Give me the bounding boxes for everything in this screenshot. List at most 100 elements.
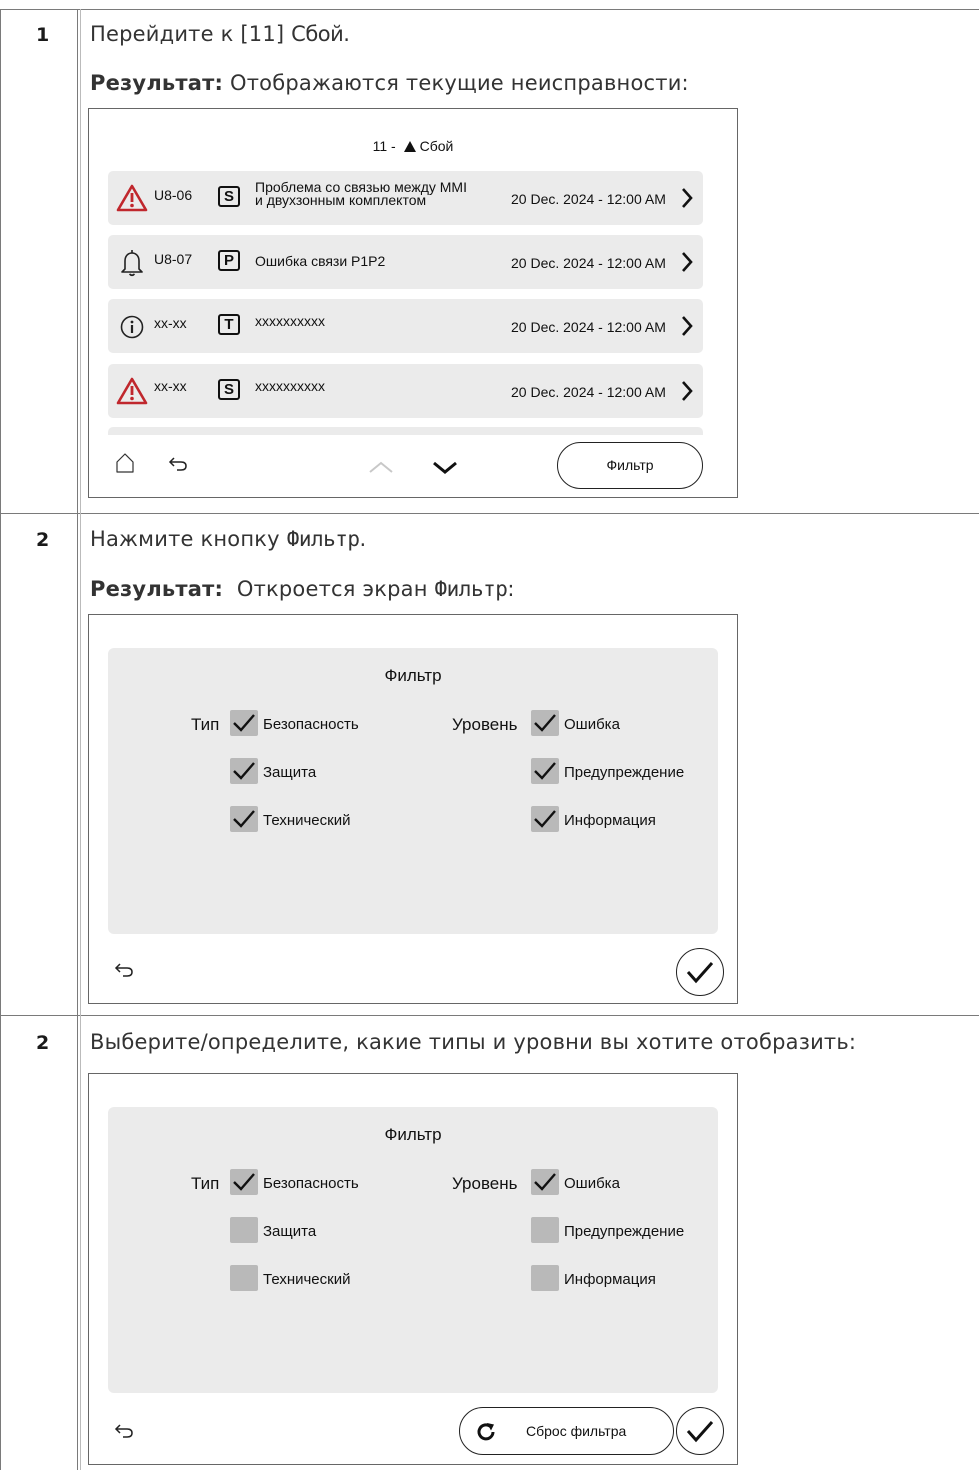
type-badge: P (218, 250, 240, 271)
fault-code: U8-07 (154, 251, 193, 267)
instruction-text: Перейдите к [11] (90, 22, 292, 46)
home-icon[interactable] (115, 452, 135, 474)
level-label: Уровень (452, 1174, 518, 1193)
checkbox-label: Предупреждение (564, 1223, 685, 1240)
button-term: Фильтр (286, 527, 360, 551)
partial-list-item (108, 427, 703, 435)
step-number: 2 (36, 1032, 50, 1054)
checkbox-label: Ошибка (564, 716, 620, 733)
checkbox-type-technical[interactable] (230, 1265, 258, 1291)
filter-screen-modified: Фильтр Тип Уровень Безопасность Защита Т… (88, 1073, 738, 1465)
fault-row[interactable]: U8-06 S Проблема со связью между MMI и дв… (108, 171, 703, 225)
chevron-right-icon (682, 188, 693, 208)
step-number: 2 (36, 529, 50, 551)
scroll-down-icon[interactable] (431, 459, 459, 475)
checkbox-level-warning[interactable] (531, 1217, 559, 1243)
fault-code: U8-06 (154, 187, 193, 203)
fault-description: xxxxxxxxxx (255, 378, 325, 394)
checkbox-label: Ошибка (564, 1175, 620, 1192)
step-instruction: Перейдите к [11] Сбой. (90, 22, 350, 46)
checkbox-label: Предупреждение (564, 764, 685, 781)
type-badge: S (218, 379, 240, 400)
type-label: Тип (191, 715, 220, 734)
checkbox-label: Информация (564, 1271, 656, 1288)
fault-description: xxxxxxxxxx (255, 313, 325, 329)
checkbox-label: Защита (263, 1223, 317, 1240)
type-badge: S (218, 186, 240, 207)
menu-number: 11 - (372, 138, 400, 154)
fault-date: 20 Dec. 2024 - 12:00 AM (511, 319, 666, 335)
screen-term: Фильтр (434, 577, 508, 601)
filter-panel: Фильтр Тип Уровень Безопасность Защита Т… (108, 1107, 718, 1393)
desc-line: и двухзонным комплектом (255, 192, 427, 208)
step-instruction: Выберите/определите, какие типы и уровни… (90, 1030, 857, 1054)
back-icon[interactable] (168, 456, 188, 472)
chevron-right-icon (682, 381, 693, 401)
fault-list-screen: 11 - Сбой U8-06 S Проблема со связью меж… (88, 108, 738, 498)
scroll-up-icon[interactable] (367, 459, 395, 475)
instruction-text: Нажмите кнопку (90, 527, 287, 551)
panel-title: Фильтр (384, 1125, 442, 1144)
fault-row[interactable]: xx-xx T xxxxxxxxxx 20 Dec. 2024 - 12:00 … (108, 299, 703, 353)
step-result: Результат: Откроется экран Фильтр: (90, 577, 515, 601)
checkbox-type-technical[interactable] (230, 806, 258, 832)
fault-code: xx-xx (154, 315, 187, 331)
panel-title: Фильтр (384, 666, 442, 685)
checkbox-level-error[interactable] (531, 1169, 559, 1195)
checkbox-type-safety[interactable] (230, 710, 258, 736)
type-badge: T (218, 314, 240, 335)
screen-title-text: Сбой (419, 138, 454, 154)
instruction-suffix: . (359, 527, 367, 551)
refresh-icon (477, 1423, 495, 1441)
fault-description: Проблема со связью между MMI и двухзонным… (255, 180, 505, 208)
check-icon (686, 1421, 714, 1443)
checkbox-label: Безопасность (263, 1175, 359, 1192)
warning-icon (403, 141, 416, 152)
fault-date: 20 Dec. 2024 - 12:00 AM (511, 191, 666, 207)
back-icon[interactable] (114, 962, 134, 978)
screen-title: 11 - Сбой (89, 138, 737, 154)
level-label: Уровень (452, 715, 518, 734)
checkbox-level-warning[interactable] (531, 758, 559, 784)
checkbox-label: Безопасность (263, 716, 359, 733)
step-result: Результат: Отображаются текущие неисправ… (90, 71, 689, 95)
checkbox-level-error[interactable] (531, 710, 559, 736)
menu-term: Сбой (291, 22, 344, 46)
checkbox-label: Технический (263, 812, 351, 829)
chevron-right-icon (682, 316, 693, 336)
type-label: Тип (191, 1174, 220, 1193)
result-text: Отображаются текущие неисправности: (223, 71, 689, 95)
checkbox-type-protection[interactable] (230, 758, 258, 784)
reset-filter-label: Сброс фильтра (526, 1423, 627, 1439)
info-icon (120, 315, 144, 339)
warning-triangle-icon (116, 184, 148, 212)
checkbox-level-info[interactable] (531, 806, 559, 832)
checkbox-type-safety[interactable] (230, 1169, 258, 1195)
filter-panel: Фильтр Тип Уровень Безопасность Защита Т… (108, 648, 718, 934)
chevron-right-icon (682, 252, 693, 272)
fault-row[interactable]: xx-xx S xxxxxxxxxx 20 Dec. 2024 - 12:00 … (108, 364, 703, 418)
fault-date: 20 Dec. 2024 - 12:00 AM (511, 255, 666, 271)
reset-filter-button[interactable]: Сброс фильтра (459, 1407, 674, 1455)
instruction-suffix: . (343, 22, 351, 46)
warning-triangle-icon (116, 377, 148, 405)
result-text: Откроется экран (223, 577, 435, 601)
checkbox-type-protection[interactable] (230, 1217, 258, 1243)
fault-description: Ошибка связи P1P2 (255, 253, 386, 269)
check-icon (686, 962, 714, 984)
fault-row[interactable]: U8-07 P Ошибка связи P1P2 20 Dec. 2024 -… (108, 235, 703, 289)
step-instruction: Нажмите кнопку Фильтр. (90, 527, 366, 551)
filter-screen: Фильтр Тип Уровень Безопасность Защита Т… (88, 614, 738, 1004)
result-suffix: : (507, 577, 515, 601)
checkbox-label: Технический (263, 1271, 351, 1288)
result-label: Результат: (90, 577, 224, 601)
fault-date: 20 Dec. 2024 - 12:00 AM (511, 384, 666, 400)
confirm-button[interactable] (676, 1407, 724, 1455)
filter-button[interactable]: Фильтр (557, 442, 703, 489)
confirm-button[interactable] (676, 948, 724, 996)
step-number: 1 (36, 24, 50, 46)
checkbox-label: Защита (263, 764, 317, 781)
checkbox-label: Информация (564, 812, 656, 829)
checkbox-level-info[interactable] (531, 1265, 559, 1291)
back-icon[interactable] (114, 1423, 134, 1439)
